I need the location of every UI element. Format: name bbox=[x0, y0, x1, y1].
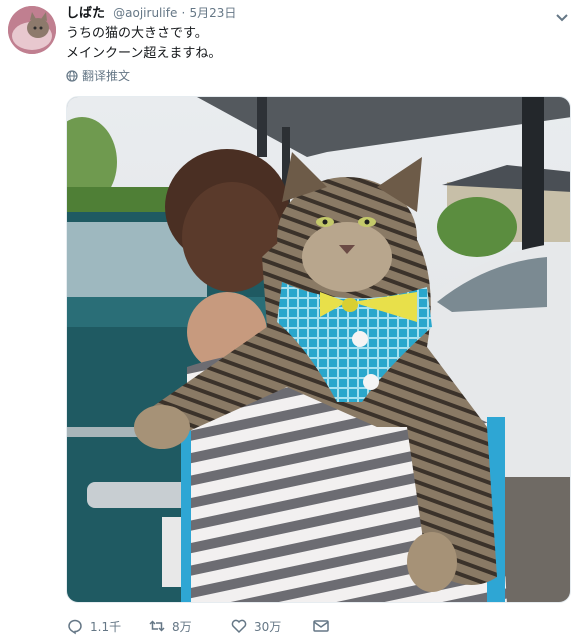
tweet-text-line-2: メインクーン超えますね。 bbox=[66, 46, 222, 61]
display-name[interactable]: しばた bbox=[66, 6, 105, 21]
tweet-actions: 1.1千 8万 30万 bbox=[66, 617, 330, 635]
like-count: 30万 bbox=[254, 619, 282, 634]
tweet-card: しばた @aojirulife · 5月23日 うちの猫の大きさです。 メインク… bbox=[0, 0, 581, 644]
cat-photo-image bbox=[67, 97, 570, 602]
tweet-header: しばた @aojirulife · 5月23日 bbox=[66, 4, 571, 22]
reply-icon bbox=[68, 619, 82, 635]
tweet-text-line-1: うちの猫の大きさです。 bbox=[66, 26, 208, 41]
separator: · bbox=[181, 6, 186, 20]
heart-icon bbox=[231, 619, 247, 634]
avatar[interactable] bbox=[8, 6, 56, 54]
retweet-icon bbox=[149, 620, 165, 632]
chevron-down-icon[interactable] bbox=[555, 8, 569, 22]
translate-link[interactable]: 翻译推文 bbox=[66, 68, 130, 84]
like-button[interactable]: 30万 bbox=[230, 617, 312, 635]
globe-icon bbox=[66, 70, 78, 82]
tweet-photo[interactable] bbox=[66, 96, 571, 603]
reply-button[interactable]: 1.1千 bbox=[66, 617, 148, 635]
tweet-date[interactable]: 5月23日 bbox=[189, 6, 236, 20]
reply-count: 1.1千 bbox=[90, 619, 122, 634]
tweet-text: うちの猫の大きさです。 メインクーン超えますね。 bbox=[66, 24, 221, 64]
translate-label[interactable]: 翻译推文 bbox=[82, 68, 130, 84]
retweet-button[interactable]: 8万 bbox=[148, 617, 230, 635]
envelope-icon bbox=[313, 620, 329, 632]
user-handle[interactable]: @aojirulife bbox=[113, 6, 177, 20]
retweet-count: 8万 bbox=[172, 619, 192, 634]
direct-message-button[interactable] bbox=[312, 617, 330, 635]
